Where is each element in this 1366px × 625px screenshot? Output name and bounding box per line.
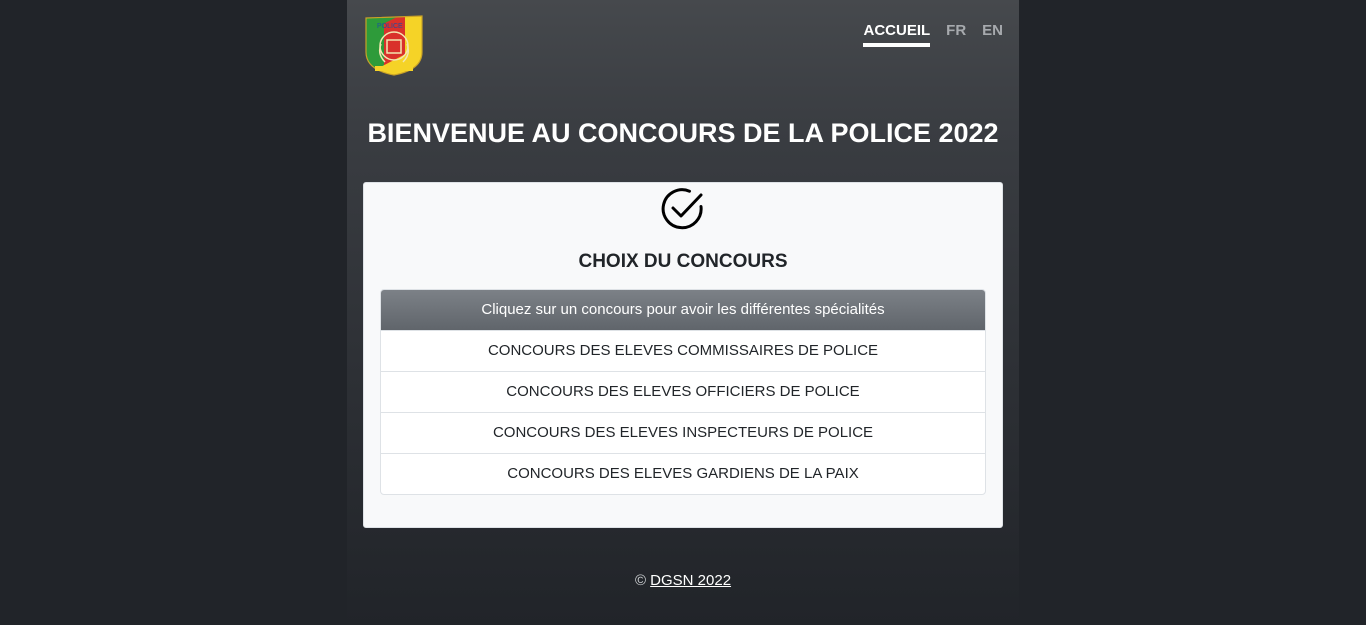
contest-list: Cliquez sur un concours pour avoir les d… [380,289,986,495]
top-nav: ACCUEIL FR EN [863,22,1003,47]
contest-item-commissaires[interactable]: CONCOURS DES ELEVES COMMISSAIRES DE POLI… [381,330,985,371]
police-logo[interactable]: POLICE [363,14,425,76]
footer: © DGSN 2022 [347,572,1019,589]
page-container: POLICE ACCUEIL FR EN BIENVENUE AU CONCOU… [347,0,1019,625]
contest-item-officiers[interactable]: CONCOURS DES ELEVES OFFICIERS DE POLICE [381,371,985,412]
card-title: CHOIX DU CONCOURS [578,251,788,272]
nav-en[interactable]: EN [982,22,1003,47]
contest-card: CHOIX DU CONCOURS Cliquez sur un concour… [363,182,1003,528]
copyright-symbol: © [634,572,646,589]
nav-fr[interactable]: FR [946,22,966,47]
contest-item-gardiens[interactable]: CONCOURS DES ELEVES GARDIENS DE LA PAIX [381,453,985,494]
page-title: BIENVENUE AU CONCOURS DE LA POLICE 2022 [367,118,999,148]
contest-item-inspecteurs[interactable]: CONCOURS DES ELEVES INSPECTEURS DE POLIC… [381,412,985,453]
check-circle-icon [661,188,703,230]
logo-text: POLICE [377,23,403,30]
footer-link-dgsn[interactable]: DGSN 2022 [650,572,731,589]
nav-accueil[interactable]: ACCUEIL [863,22,931,47]
list-header: Cliquez sur un concours pour avoir les d… [381,290,985,330]
